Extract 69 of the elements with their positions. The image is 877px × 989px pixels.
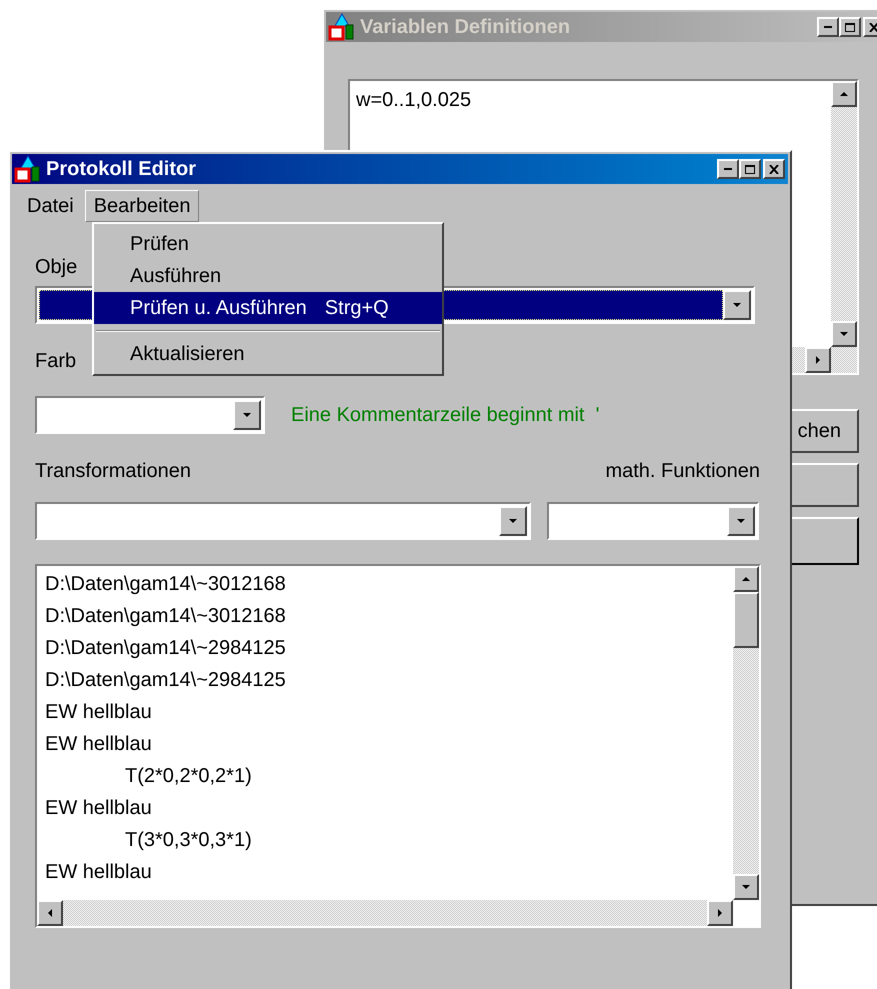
scroll-left-button[interactable] xyxy=(37,900,63,926)
minimize-button[interactable] xyxy=(817,17,839,37)
scroll-down-button[interactable] xyxy=(831,321,857,347)
close-icon xyxy=(869,22,877,32)
down-arrow-icon xyxy=(741,883,751,891)
dropdown-button[interactable] xyxy=(727,506,755,536)
menu-bar-item[interactable]: Bearbeiten xyxy=(84,190,200,222)
scroll-up-button[interactable] xyxy=(831,81,857,107)
transformations-combobox[interactable] xyxy=(35,502,531,540)
vertical-scrollbar[interactable] xyxy=(831,81,857,347)
math-functions-combobox[interactable] xyxy=(547,502,759,540)
horizontal-scrollbar[interactable] xyxy=(37,900,733,926)
left-arrow-icon xyxy=(46,908,54,918)
maximize-button[interactable] xyxy=(739,159,761,179)
up-arrow-icon xyxy=(839,90,849,98)
objects-label: Obje xyxy=(35,255,78,278)
up-arrow-icon xyxy=(741,575,751,583)
down-arrow-icon xyxy=(242,411,252,419)
down-arrow-icon xyxy=(732,301,742,309)
comment-hint: Eine Kommentarzeile beginnt mit ' xyxy=(291,403,600,428)
protocol-line: D:\Daten\gam14\~2984125 xyxy=(45,668,287,693)
scroll-right-button[interactable] xyxy=(707,900,733,926)
definition-text: w=0..1,0.025 xyxy=(356,88,472,113)
down-arrow-icon xyxy=(736,517,746,525)
down-arrow-icon xyxy=(508,517,518,525)
protocol-listbox[interactable]: D:\Daten\gam14\~3012168 D:\Daten\gam14\~3012168 D:\Daten\gam14\~2984125 D:\Daten\gam14\~2984125 EW hellblau EW hellblau T(2*0,2*0,2*1) EW hellblau T(3*0,3*0,3*1) EW hellblau xyxy=(35,564,761,928)
color-label: Farb xyxy=(35,349,78,372)
dropdown-button[interactable] xyxy=(723,290,751,320)
protocol-line: EW hellblau xyxy=(45,796,153,821)
minimize-button[interactable] xyxy=(717,159,739,179)
scroll-right-button[interactable] xyxy=(805,347,831,373)
menu-bar-item[interactable]: Datei xyxy=(18,190,83,222)
dialog-button[interactable]: chen xyxy=(791,409,859,453)
protocol-line: EW hellblau xyxy=(45,860,153,885)
menu-item[interactable]: Ausführen xyxy=(94,260,442,292)
protocol-line: T(3*0,3*0,3*1) xyxy=(124,828,253,853)
shortcut-label: Strg+Q xyxy=(324,296,389,321)
maximize-icon xyxy=(745,164,755,174)
vertical-scrollbar[interactable] xyxy=(733,566,759,900)
menu-item[interactable]: Aktualisieren xyxy=(94,338,442,370)
scroll-up-button[interactable] xyxy=(733,566,759,592)
down-arrow-icon xyxy=(839,330,849,338)
math-functions-label: math. Funktionen xyxy=(605,459,760,484)
close-icon xyxy=(769,164,779,174)
scroll-down-button[interactable] xyxy=(733,874,759,900)
dialog-button[interactable] xyxy=(791,463,859,507)
protocol-line: D:\Daten\gam14\~3012168 xyxy=(45,572,287,597)
minimize-icon xyxy=(724,168,732,170)
maximize-button[interactable] xyxy=(839,17,861,37)
menu-item[interactable]: Prüfen u. Ausführen Strg+Q xyxy=(94,292,442,324)
right-arrow-icon xyxy=(814,355,822,365)
window-title: Protokoll Editor xyxy=(46,157,197,182)
protocol-line: D:\Daten\gam14\~2984125 xyxy=(45,636,287,661)
scroll-thumb[interactable] xyxy=(733,592,759,648)
protocol-line: D:\Daten\gam14\~3012168 xyxy=(45,604,287,629)
transformations-label: Transformationen xyxy=(35,459,191,484)
close-button[interactable] xyxy=(763,159,785,179)
minimize-icon xyxy=(824,26,832,28)
right-arrow-icon xyxy=(716,908,724,918)
default-button[interactable] xyxy=(791,517,859,565)
window-title: Variablen Definitionen xyxy=(360,15,572,40)
menu-item[interactable]: Prüfen xyxy=(94,228,442,260)
maximize-icon xyxy=(845,22,855,32)
dropdown-button[interactable] xyxy=(499,506,527,536)
protocol-line: EW hellblau xyxy=(45,700,153,725)
color-combobox[interactable] xyxy=(35,396,265,434)
dropdown-button[interactable] xyxy=(233,400,261,430)
protocol-line: EW hellblau xyxy=(45,732,153,757)
protocol-line: T(2*0,2*0,2*1) xyxy=(124,764,253,789)
